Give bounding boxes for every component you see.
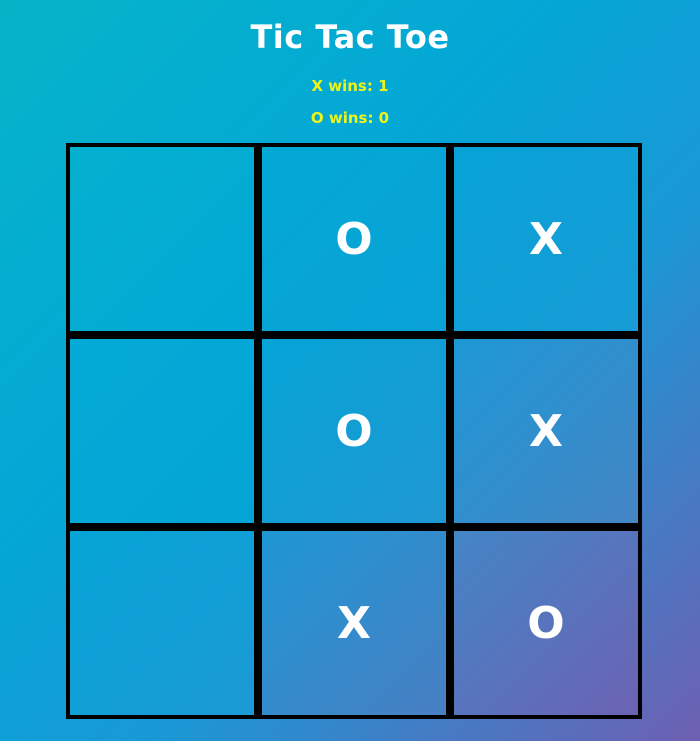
board-cell-4[interactable] [70, 339, 254, 523]
board-cell-7[interactable] [70, 531, 254, 715]
cell-mark: O [527, 597, 565, 649]
cell-mark: X [529, 213, 563, 265]
board-cell-1[interactable] [70, 147, 254, 331]
cell-mark: X [337, 597, 371, 649]
x-wins-score: X wins: 1 [311, 77, 389, 95]
cell-mark: X [529, 405, 563, 457]
game-title: Tic Tac Toe [250, 18, 450, 56]
board-cell-9[interactable]: O [454, 531, 638, 715]
board-cell-8[interactable]: X [262, 531, 446, 715]
board-cell-6[interactable]: X [454, 339, 638, 523]
board-cell-5[interactable]: O [262, 339, 446, 523]
game-board: O X O X X O [66, 143, 642, 719]
cell-mark: O [335, 213, 373, 265]
board-cell-2[interactable]: O [262, 147, 446, 331]
board-cell-3[interactable]: X [454, 147, 638, 331]
cell-mark: O [335, 405, 373, 457]
o-wins-score: O wins: 0 [310, 109, 390, 127]
